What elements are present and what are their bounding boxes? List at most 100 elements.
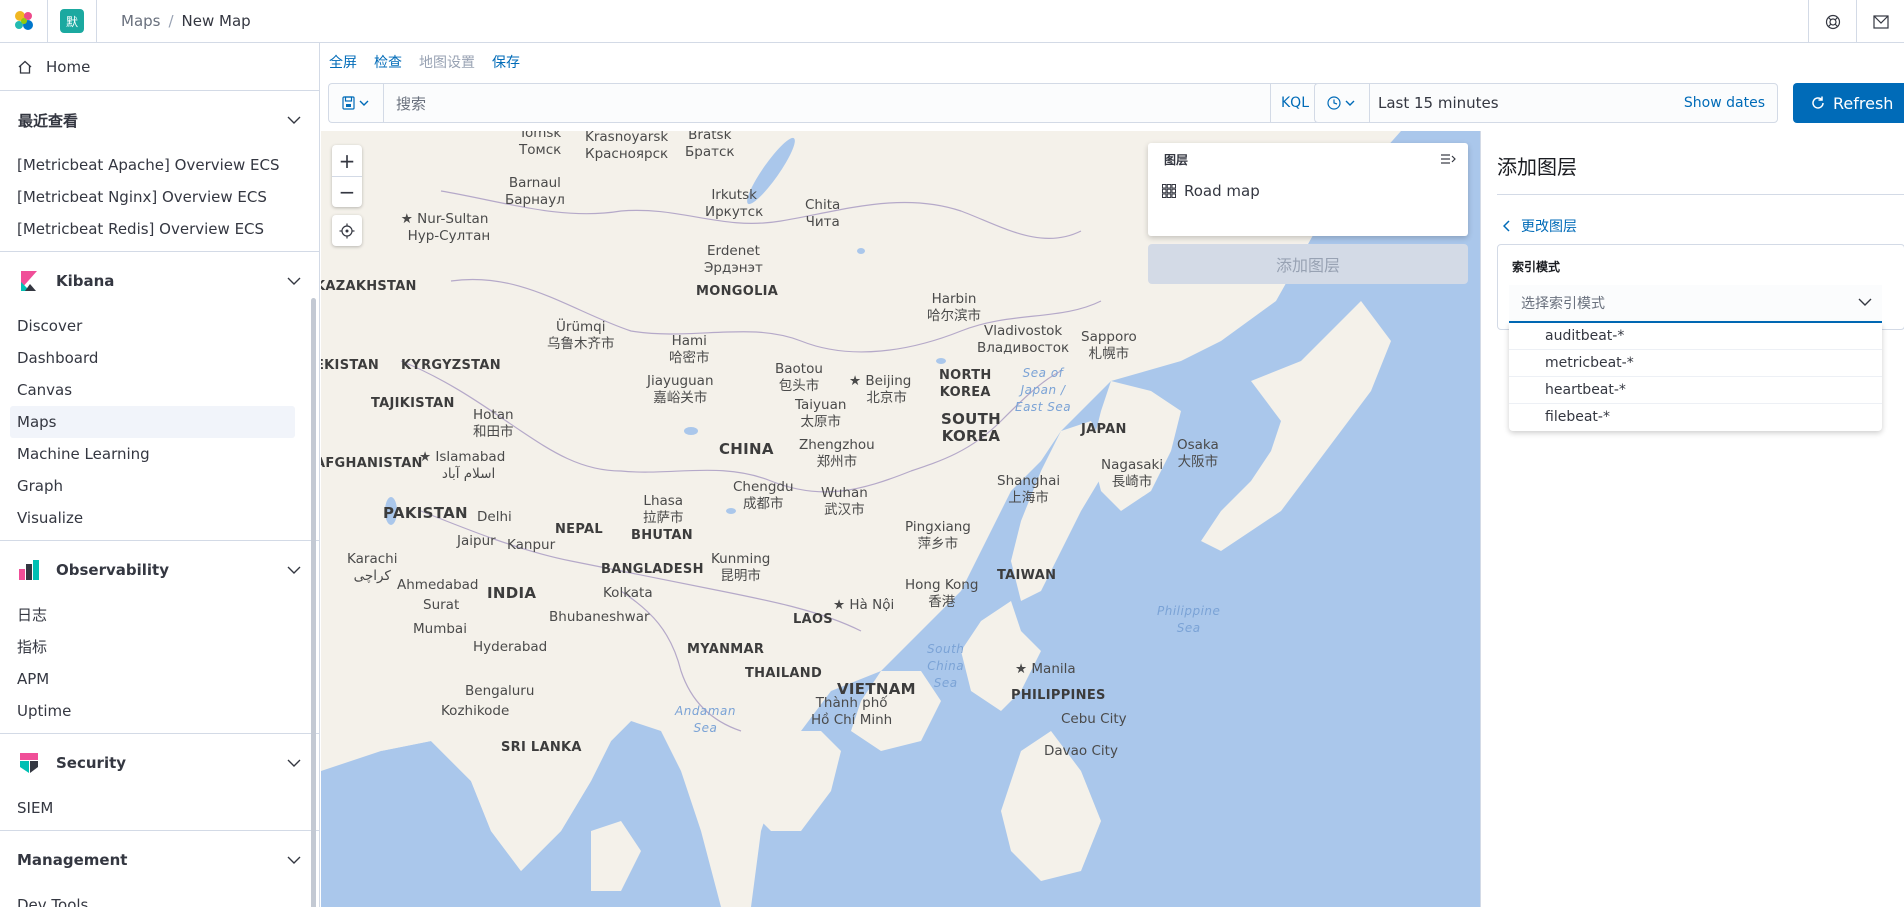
nav-item-canvas[interactable]: Canvas [0, 374, 319, 406]
map-label: Chengdu 成都市 [733, 479, 794, 512]
chevron-left-icon [1503, 220, 1510, 232]
help-button[interactable] [1808, 0, 1856, 43]
layer-control-panel: 图层 Road map [1148, 143, 1468, 236]
nav-group-kibana-header[interactable]: Kibana [0, 252, 319, 310]
map-label: INDIA [487, 584, 537, 602]
nav-group-management-header[interactable]: Management [0, 831, 319, 889]
nav-group-security-header[interactable]: Security [0, 734, 319, 792]
map-label: Jaipur [457, 533, 496, 549]
nav-item-siem[interactable]: SIEM [0, 792, 319, 824]
show-dates-link[interactable]: Show dates [1684, 95, 1765, 111]
nav-item-uptime[interactable]: Uptime [0, 695, 319, 727]
layer-item-label: Road map [1184, 182, 1260, 200]
index-pattern-option[interactable]: filebeat-* [1509, 404, 1882, 431]
map-label: Sea of Japan / East Sea [1015, 366, 1072, 414]
recent-item[interactable]: [Metricbeat Apache] Overview ECS [0, 149, 319, 181]
nav-group-title: Observability [56, 561, 169, 579]
fullscreen-link[interactable]: 全屏 [329, 52, 357, 72]
header-divider [96, 0, 97, 43]
map-label: EKISTAN [321, 358, 380, 373]
save-link[interactable]: 保存 [492, 52, 520, 72]
map-label: Delhi [477, 509, 512, 525]
nav-item-graph[interactable]: Graph [0, 470, 319, 502]
flyout-title: 添加图层 [1497, 155, 1577, 179]
saved-query-button[interactable] [328, 83, 383, 123]
newsfeed-button[interactable] [1856, 0, 1904, 43]
search-input[interactable]: 搜索 [383, 83, 1270, 123]
map-label: TAIWAN [997, 568, 1057, 583]
map-label: THAILAND [745, 666, 823, 681]
index-pattern-option[interactable]: auditbeat-* [1509, 323, 1882, 350]
nav-home[interactable]: Home [0, 43, 319, 91]
index-pattern-option[interactable]: heartbeat-* [1509, 377, 1882, 404]
nav-item-dashboard[interactable]: Dashboard [0, 342, 319, 374]
map-label: Nagasaki 長崎市 [1101, 457, 1164, 490]
nav-item-logs[interactable]: 日志 [0, 599, 319, 631]
time-range-display[interactable]: Last 15 minutes Show dates [1369, 83, 1778, 123]
nav-item-dev-tools[interactable]: Dev Tools [0, 889, 319, 907]
index-pattern-placeholder: 选择索引模式 [1521, 296, 1605, 312]
map-label: Erdenet Эрдэнэт [704, 243, 763, 276]
breadcrumb-separator: / [168, 12, 174, 30]
collapse-panel-icon[interactable] [1440, 153, 1456, 165]
change-layer-link[interactable]: 更改图层 [1503, 216, 1577, 236]
layer-item-road-map[interactable]: Road map [1148, 175, 1468, 207]
recently-viewed-header[interactable]: 最近查看 [0, 91, 319, 149]
map-label: Chita Чита [805, 197, 841, 230]
map-label: LAOS [793, 612, 833, 627]
recent-item[interactable]: [Metricbeat Redis] Overview ECS [0, 213, 319, 245]
map-label: Tomsk Томск [519, 131, 562, 158]
add-layer-flyout: 添加图层 更改图层 索引模式 [1480, 131, 1904, 907]
nav-item-visualize[interactable]: Visualize [0, 502, 319, 534]
map-label: TAJIKISTAN [371, 396, 455, 411]
breadcrumb-maps[interactable]: Maps [121, 12, 160, 30]
top-header: 默 Maps / New Map [0, 0, 1904, 43]
map-label: Karachi کراچی [347, 551, 398, 584]
map-label: ★ Manila [1015, 661, 1076, 677]
map-label: Davao City [1044, 743, 1118, 759]
set-view-button[interactable] [332, 215, 362, 246]
refresh-button[interactable]: Refresh [1793, 83, 1904, 123]
map-label: NEPAL [555, 522, 603, 537]
elastic-logo[interactable] [0, 0, 48, 43]
inspect-link[interactable]: 检查 [374, 52, 402, 72]
sidenav-scrollbar[interactable] [311, 298, 316, 907]
map-label: Harbin 哈尔滨市 [927, 291, 981, 324]
nav-item-maps[interactable]: Maps [10, 406, 295, 438]
zoom-in-button[interactable]: + [332, 145, 362, 176]
map-label: Wuhan 武汉市 [821, 485, 868, 518]
query-language-button[interactable]: KQL [1270, 83, 1320, 123]
map-label: Irkutsk Иркутск [705, 187, 764, 220]
map-label: BHUTAN [631, 528, 693, 543]
chevron-down-icon [287, 856, 301, 864]
nav-group-observability-header[interactable]: Observability [0, 541, 319, 599]
index-pattern-select[interactable]: 选择索引模式 [1509, 285, 1882, 323]
map-label: AFGHANISTAN [321, 456, 423, 471]
map-label: Thành phố Hồ Chí Minh [811, 695, 893, 728]
quick-time-button[interactable] [1314, 83, 1369, 123]
nav-item-metrics[interactable]: 指标 [0, 631, 319, 663]
map-label: Hotan 和田市 [473, 407, 514, 440]
nav-group-kibana: Kibana Discover Dashboard Canvas Maps Ma… [0, 252, 319, 541]
map-label: Krasnoyarsk Красноярск [585, 131, 669, 162]
map-label: Ahmedabad [397, 577, 479, 593]
nav-item-machine-learning[interactable]: Machine Learning [0, 438, 319, 470]
zoom-control: + − [332, 145, 362, 207]
index-pattern-option[interactable]: metricbeat-* [1509, 350, 1882, 377]
breadcrumb: Maps / New Map [121, 12, 251, 30]
map-label: South China Sea [927, 642, 965, 690]
nav-group-title: Management [17, 851, 128, 869]
space-avatar[interactable]: 默 [60, 9, 84, 33]
nav-group-security: Security SIEM [0, 734, 319, 831]
chevron-down-icon [1858, 298, 1872, 306]
zoom-out-button[interactable]: − [332, 176, 362, 207]
tiles-grid-icon [1162, 184, 1176, 198]
nav-item-discover[interactable]: Discover [0, 310, 319, 342]
security-logo-icon [20, 753, 38, 773]
map-label: Philippine Sea [1157, 604, 1221, 635]
nav-home-label: Home [46, 57, 91, 76]
map-label: PAKISTAN [383, 504, 468, 522]
recent-item[interactable]: [Metricbeat Nginx] Overview ECS [0, 181, 319, 213]
nav-item-apm[interactable]: APM [0, 663, 319, 695]
map-label: MYANMAR [687, 642, 765, 657]
